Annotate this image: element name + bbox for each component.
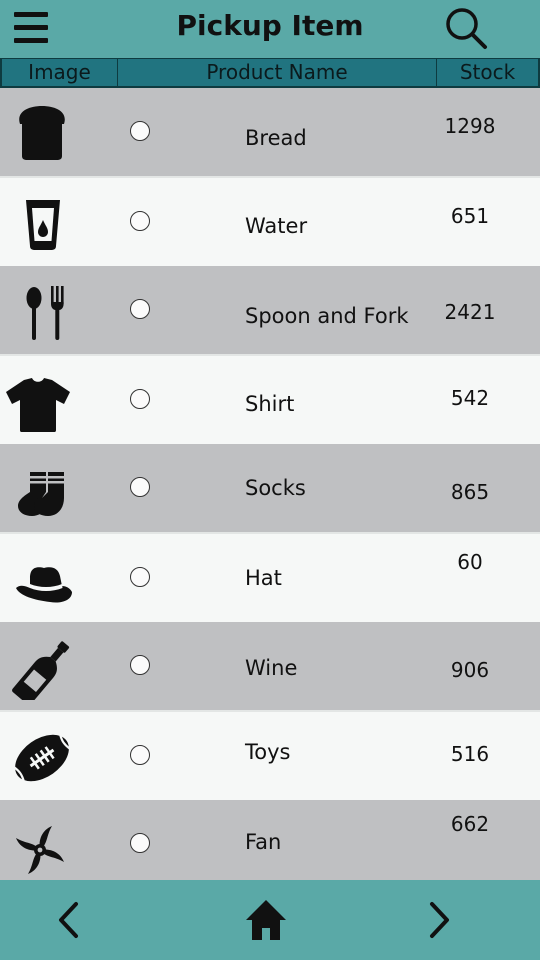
football-icon xyxy=(6,722,78,790)
chevron-left-icon[interactable] xyxy=(48,898,92,942)
list-item[interactable]: Spoon and Fork 2421 xyxy=(0,266,540,354)
home-icon[interactable] xyxy=(244,898,288,942)
bottom-nav-bar xyxy=(0,880,540,960)
product-name: Hat xyxy=(245,566,282,590)
product-list: Bread 1298 Water 651 Spoon and Fork 2421… xyxy=(0,88,540,888)
select-radio[interactable] xyxy=(130,833,150,853)
stock-count: 865 xyxy=(450,480,490,504)
list-item[interactable]: Wine 906 xyxy=(0,622,540,710)
select-radio[interactable] xyxy=(130,567,150,587)
socks-icon xyxy=(6,454,78,522)
product-name: Wine xyxy=(245,656,298,680)
stock-count: 906 xyxy=(450,658,490,682)
bread-icon xyxy=(6,98,78,166)
select-radio[interactable] xyxy=(130,299,150,319)
stock-count: 2421 xyxy=(444,300,496,324)
select-radio[interactable] xyxy=(130,655,150,675)
product-name: Fan xyxy=(245,830,282,854)
column-header-product-name: Product Name xyxy=(117,59,436,87)
fan-icon xyxy=(6,810,78,878)
shirt-icon xyxy=(2,366,74,434)
stock-count: 516 xyxy=(450,742,490,766)
product-name: Water xyxy=(245,214,308,238)
list-item[interactable]: Bread 1298 xyxy=(0,88,540,176)
hat-icon xyxy=(6,544,78,612)
select-radio[interactable] xyxy=(130,745,150,765)
list-item[interactable]: Hat 60 xyxy=(0,534,540,622)
select-radio[interactable] xyxy=(130,211,150,231)
product-name: Bread xyxy=(245,126,307,150)
product-name: Socks xyxy=(245,476,306,500)
column-header-image: Image xyxy=(0,59,117,87)
product-name: Spoon and Fork xyxy=(245,304,409,328)
table-header: Image Product Name Stock xyxy=(0,58,540,88)
list-item[interactable]: Water 651 xyxy=(0,178,540,266)
top-app-bar: Pickup Item xyxy=(0,0,540,58)
list-item[interactable]: Shirt 542 xyxy=(0,356,540,444)
wine-bottle-icon xyxy=(6,632,78,700)
search-icon[interactable] xyxy=(443,5,489,51)
list-item[interactable]: Toys 516 xyxy=(0,712,540,800)
select-radio[interactable] xyxy=(130,389,150,409)
stock-count: 1298 xyxy=(444,114,496,138)
spoon-fork-icon xyxy=(6,276,78,344)
stock-count: 542 xyxy=(450,386,490,410)
select-radio[interactable] xyxy=(130,121,150,141)
water-glass-icon xyxy=(6,188,78,256)
product-name: Toys xyxy=(245,740,291,764)
product-name: Shirt xyxy=(245,392,295,416)
chevron-right-icon[interactable] xyxy=(416,898,460,942)
hamburger-menu-icon[interactable] xyxy=(13,10,49,46)
select-radio[interactable] xyxy=(130,477,150,497)
list-item[interactable]: Socks 865 xyxy=(0,444,540,532)
stock-count: 60 xyxy=(457,550,483,574)
list-item[interactable]: Fan 662 xyxy=(0,800,540,888)
stock-count: 651 xyxy=(450,204,490,228)
stock-count: 662 xyxy=(450,812,490,836)
column-header-stock: Stock xyxy=(436,59,540,87)
